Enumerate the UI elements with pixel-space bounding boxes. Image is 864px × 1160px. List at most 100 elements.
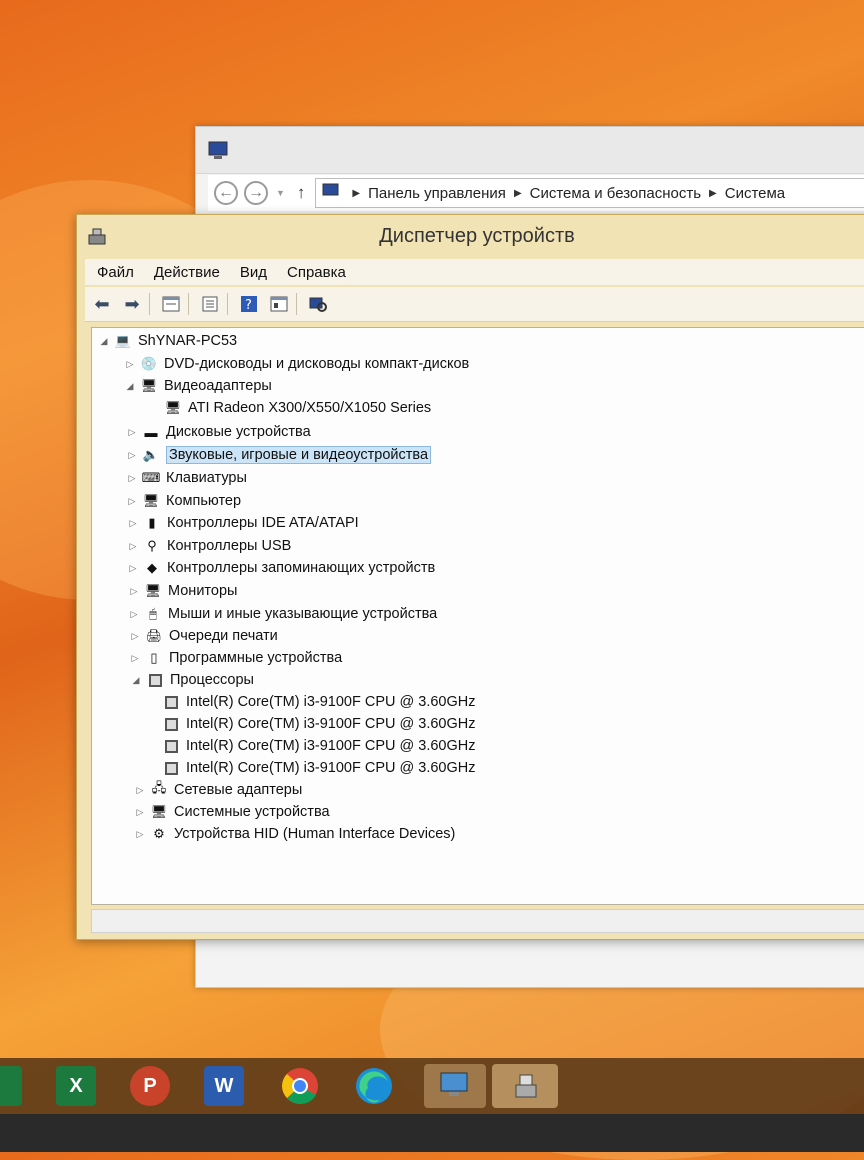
menu-help[interactable]: Справка <box>279 264 354 281</box>
scan-hardware-icon[interactable] <box>305 291 331 317</box>
update-view-icon[interactable] <box>266 291 292 317</box>
tree-item-hid[interactable]: ▷ ⚙ Устройства HID (Human Interface Devi… <box>134 823 456 845</box>
tree-item-usb[interactable]: ▷ ⚲ Контроллеры USB <box>127 535 292 557</box>
tree-root[interactable]: ◢ 💻 ShYNAR-PC53 <box>98 330 238 352</box>
collapsed-arrow-icon[interactable]: ▷ <box>129 631 141 642</box>
tree-item-storage[interactable]: ▷ ◆ Контроллеры запоминающих устройств <box>127 557 436 579</box>
tree-item-print[interactable]: ▷ 🖨 Очереди печати <box>129 625 278 647</box>
processor-icon <box>162 716 180 732</box>
storage-controller-icon: ◆ <box>147 560 157 575</box>
menu-file[interactable]: Файл <box>89 264 142 281</box>
speaker-icon: 🔈 <box>142 447 160 462</box>
forward-button[interactable]: → <box>244 181 268 205</box>
powerpoint-icon[interactable]: P <box>130 1066 170 1106</box>
tree-item-monitors[interactable]: ▷ 🖥 Мониторы <box>128 580 238 602</box>
device-manager-window: Диспетчер устройств Файл Действие Вид Сп… <box>76 214 864 940</box>
tree-label: Контроллеры запоминающих устройств <box>167 560 436 576</box>
taskbar-app-partial[interactable] <box>0 1066 22 1106</box>
control-panel-taskbar-icon[interactable] <box>424 1064 486 1108</box>
expanded-arrow-icon[interactable]: ◢ <box>98 336 110 347</box>
help-icon[interactable]: ? <box>236 291 262 317</box>
collapsed-arrow-icon[interactable]: ▷ <box>124 359 136 370</box>
tree-item-video-child[interactable]: 🖥 ATI Radeon X300/X550/X1050 Series <box>164 397 431 419</box>
tree-label: Контроллеры USB <box>167 538 292 554</box>
collapsed-arrow-icon[interactable]: ▷ <box>128 609 140 620</box>
tree-item-cpu[interactable]: Intel(R) Core(TM) i3-9100F CPU @ 3.60GHz <box>162 735 475 757</box>
collapsed-arrow-icon[interactable]: ▷ <box>127 518 139 529</box>
toolbar-separator <box>188 293 189 315</box>
device-manager-taskbar-icon[interactable] <box>492 1064 558 1108</box>
breadcrumb-item[interactable]: Система и безопасность <box>530 185 701 202</box>
forward-arrow-icon[interactable]: ➡ <box>119 291 145 317</box>
collapsed-arrow-icon[interactable]: ▷ <box>126 427 138 438</box>
chrome-icon[interactable] <box>280 1066 320 1106</box>
collapsed-arrow-icon[interactable]: ▷ <box>134 829 146 840</box>
tree-item-disk[interactable]: ▷ ▬ Дисковые устройства <box>126 421 311 443</box>
status-bar <box>91 909 864 933</box>
back-arrow-icon[interactable]: ⬅ <box>89 291 115 317</box>
menu-view[interactable]: Вид <box>232 264 275 281</box>
back-button[interactable]: ← <box>214 181 238 205</box>
tree-item-video[interactable]: ◢ 🖥 Видеоадаптеры <box>124 375 272 397</box>
tree-label: Устройства HID (Human Interface Devices) <box>174 826 456 842</box>
word-icon[interactable]: W <box>204 1066 244 1106</box>
dvd-drive-icon: 💿 <box>140 356 158 371</box>
tree-item-sound[interactable]: ▷ 🔈 Звуковые, игровые и видеоустройства <box>126 444 432 466</box>
collapsed-arrow-icon[interactable]: ▷ <box>134 807 146 818</box>
processor-icon <box>162 694 180 710</box>
tree-item-system[interactable]: ▷ 🖥 Системные устройства <box>134 801 330 823</box>
properties-icon[interactable] <box>197 291 223 317</box>
tree-item-mice[interactable]: ▷ 🖱 Мыши и иные указывающие устройства <box>128 603 438 625</box>
tree-label: Процессоры <box>170 672 254 688</box>
breadcrumb-item[interactable]: Система <box>725 185 785 202</box>
edge-icon[interactable] <box>354 1066 394 1106</box>
tree-label: DVD-дисководы и дисководы компакт-дисков <box>164 356 470 372</box>
up-icon[interactable]: ↑ <box>297 183 306 203</box>
chevron-right-icon: ▶ <box>709 187 717 199</box>
collapsed-arrow-icon[interactable]: ▷ <box>129 653 141 664</box>
tree-label: Сетевые адаптеры <box>174 782 303 798</box>
display-adapter-icon: 🖥 <box>140 378 158 393</box>
tree-label: Мониторы <box>168 583 238 599</box>
recent-dropdown-icon[interactable]: ▼ <box>276 188 285 198</box>
collapsed-arrow-icon[interactable]: ▷ <box>126 496 138 507</box>
tree-item-cpu[interactable]: Intel(R) Core(TM) i3-9100F CPU @ 3.60GHz <box>162 713 475 735</box>
breadcrumb-item[interactable]: Панель управления <box>368 185 506 202</box>
collapsed-arrow-icon[interactable]: ▷ <box>127 563 139 574</box>
tree-item-cpu[interactable]: Intel(R) Core(TM) i3-9100F CPU @ 3.60GHz <box>162 757 475 779</box>
tree-item-keyboards[interactable]: ▷ ⌨ Клавиатуры <box>126 467 247 489</box>
tree-label: Клавиатуры <box>166 470 247 486</box>
collapsed-arrow-icon[interactable]: ▷ <box>126 473 138 484</box>
menu-action[interactable]: Действие <box>146 264 228 281</box>
collapsed-arrow-icon[interactable]: ▷ <box>126 450 138 461</box>
tree-item-dvd[interactable]: ▷ 💿 DVD-дисководы и дисководы компакт-ди… <box>124 353 470 375</box>
tree-item-computer[interactable]: ▷ 🖥 Компьютер <box>126 490 242 512</box>
tree-item-ide[interactable]: ▷ ▮ Контроллеры IDE ATA/ATAPI <box>127 512 359 534</box>
collapsed-arrow-icon[interactable]: ▷ <box>128 586 140 597</box>
toolbar-separator <box>227 293 228 315</box>
tree-label: Intel(R) Core(TM) i3-9100F CPU @ 3.60GHz <box>186 760 476 776</box>
address-bar[interactable]: ▶ Панель управления ▶ Система и безопасн… <box>315 178 864 208</box>
chevron-right-icon: ▶ <box>513 187 522 199</box>
tree-item-software[interactable]: ▷ ▯ Программные устройства <box>129 647 343 669</box>
tree-item-cpu[interactable]: Intel(R) Core(TM) i3-9100F CPU @ 3.60GHz <box>162 691 475 713</box>
expanded-arrow-icon[interactable]: ◢ <box>130 675 142 686</box>
collapsed-arrow-icon[interactable]: ▷ <box>134 785 146 796</box>
ide-controller-icon: ▮ <box>148 515 156 530</box>
processor-icon <box>162 738 180 754</box>
taskbar: X P W <box>0 1058 864 1114</box>
collapsed-arrow-icon[interactable]: ▷ <box>127 541 139 552</box>
excel-icon[interactable]: X <box>56 1066 96 1106</box>
monitor-icon: 🖥 <box>142 493 160 508</box>
address-row: ← → ▼ ↑ ▶ Панель управления ▶ Система и … <box>208 175 864 211</box>
show-hide-tree-icon[interactable] <box>158 291 184 317</box>
expanded-arrow-icon[interactable]: ◢ <box>124 381 136 392</box>
tree-label: Программные устройства <box>169 650 343 666</box>
tree-item-network[interactable]: ▷ 🖧 Сетевые адаптеры <box>134 779 303 801</box>
tree-item-processors[interactable]: ◢ Процессоры <box>130 669 254 691</box>
processor-icon <box>162 760 180 776</box>
toolbar-separator <box>296 293 297 315</box>
window-title: Диспетчер устройств <box>379 225 575 247</box>
device-manager-titlebar: Диспетчер устройств <box>77 215 864 257</box>
tree-label-selected: Звуковые, игровые и видеоустройства <box>166 446 432 464</box>
